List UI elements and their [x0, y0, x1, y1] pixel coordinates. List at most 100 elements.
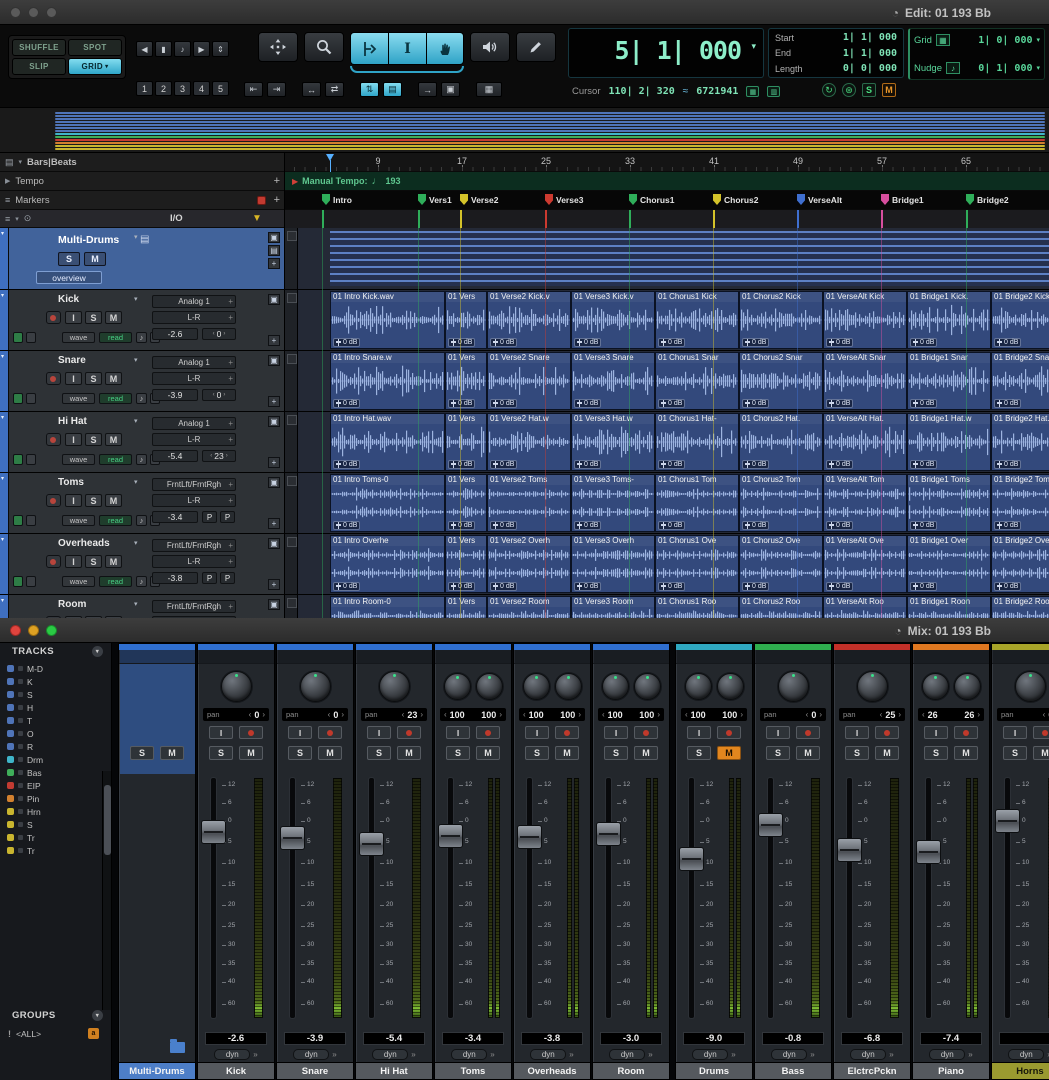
global-solo-indicator[interactable]: S: [862, 83, 876, 97]
track-name[interactable]: Snare: [58, 355, 86, 366]
audio-clip[interactable]: 01 Verse3 Hat.w0 dB: [571, 413, 655, 471]
start-value[interactable]: 1| 1| 000: [843, 32, 897, 43]
volume-readout[interactable]: -3.9: [152, 389, 198, 401]
track-name-caret-icon[interactable]: ▾: [134, 295, 138, 303]
record-enable-button[interactable]: [46, 555, 61, 568]
track-nameplate[interactable]: Toms: [435, 1062, 511, 1079]
freeze-icon[interactable]: [26, 454, 36, 465]
audio-clip[interactable]: 01 Chorus1 Roo0 dB: [655, 596, 739, 618]
input-monitor-button[interactable]: I: [446, 726, 470, 739]
audio-clip[interactable]: 01 Verse3 Overh0 dB: [571, 535, 655, 593]
grid-view-icon[interactable]: ▣: [268, 294, 280, 305]
dyn-expand-icon[interactable]: »: [889, 1050, 893, 1059]
volume-readout[interactable]: -9.0: [683, 1032, 745, 1045]
pan-knob[interactable]: [300, 671, 331, 702]
record-enable-button[interactable]: [954, 726, 978, 739]
pan-knob[interactable]: [954, 673, 981, 700]
audio-clip[interactable]: 01 Chorus1 Snar0 dB: [655, 352, 739, 410]
clip-gain-badge[interactable]: 0 dB: [658, 338, 685, 347]
pan-readout[interactable]: ‹0›: [202, 328, 236, 340]
track-list-item[interactable]: Pin: [0, 792, 111, 805]
input-path-selector[interactable]: FrntLft/FrntRgh+: [152, 539, 236, 552]
pan-display[interactable]: pan‹0›: [203, 708, 269, 721]
audio-clip[interactable]: 01 Chorus1 Tom0 dB: [655, 474, 739, 532]
track-show-chip[interactable]: [18, 692, 23, 697]
solo-button[interactable]: S: [85, 433, 102, 446]
record-enable-button[interactable]: [717, 726, 741, 739]
grid-view-icon[interactable]: ▣: [268, 355, 280, 366]
dyn-button[interactable]: dyn: [850, 1049, 886, 1060]
mute-button[interactable]: M: [105, 433, 122, 446]
window-zoom-button[interactable]: [46, 7, 57, 18]
input-monitor-button[interactable]: I: [687, 726, 711, 739]
track-list-caret-icon[interactable]: ▾: [15, 215, 19, 223]
marker-vers1[interactable]: Vers1: [418, 194, 452, 205]
track-name-caret-icon[interactable]: ▾: [134, 417, 138, 425]
mirrored-editing-button[interactable]: ↔: [302, 82, 321, 97]
bars-beats-ruler[interactable]: 917253341495765: [285, 153, 1049, 172]
freeze-icon[interactable]: [26, 332, 36, 343]
pan-knob[interactable]: [444, 673, 471, 700]
clip-gain-badge[interactable]: 0 dB: [826, 521, 853, 530]
track-view-selector[interactable]: wave: [62, 332, 95, 343]
track-list-item[interactable]: S: [0, 688, 111, 701]
clip-gain-badge[interactable]: 0 dB: [826, 582, 853, 591]
audio-clip[interactable]: 01 Bridge2 Hat.0 dB: [991, 413, 1049, 471]
tempo-expand-icon[interactable]: ▶: [5, 177, 10, 185]
solo-button[interactable]: S: [604, 746, 628, 760]
track-show-chip[interactable]: [18, 796, 23, 801]
solo-button[interactable]: S: [766, 746, 790, 760]
mute-button[interactable]: M: [105, 311, 122, 324]
pan-display[interactable]: pan‹0›: [997, 708, 1049, 721]
audio-clip[interactable]: 01 Verse3 Snare0 dB: [571, 352, 655, 410]
dyn-expand-icon[interactable]: »: [810, 1050, 814, 1059]
pan-display[interactable]: pan‹0›: [282, 708, 348, 721]
track-list-item[interactable]: Tr: [0, 844, 111, 857]
input-path-selector[interactable]: Analog 1+: [152, 295, 236, 308]
input-monitor-button[interactable]: I: [924, 726, 948, 739]
freeze-icon[interactable]: [26, 576, 36, 587]
dyn-expand-icon[interactable]: »: [968, 1050, 972, 1059]
nudge-note-icon[interactable]: ♪: [946, 62, 960, 74]
solo-button[interactable]: S: [924, 746, 948, 760]
track-nameplate[interactable]: Bass: [755, 1062, 831, 1079]
dyn-button[interactable]: dyn: [692, 1049, 728, 1060]
dyn-button[interactable]: dyn: [451, 1049, 487, 1060]
freeze-icon[interactable]: [26, 515, 36, 526]
marker-verse3[interactable]: Verse3: [545, 194, 583, 205]
clip-gain-badge[interactable]: 0 dB: [490, 399, 517, 408]
clip-gain-badge[interactable]: 0 dB: [448, 521, 475, 530]
fader-cap[interactable]: [837, 838, 862, 862]
clip-gain-badge[interactable]: 0 dB: [826, 399, 853, 408]
track-lane[interactable]: 01 Intro Overhe0 dB01 Vers0 dB01 Verse2 …: [298, 534, 1049, 594]
record-enable-button[interactable]: [397, 726, 421, 739]
track-show-chip[interactable]: [18, 679, 23, 684]
record-enable-button[interactable]: [796, 726, 820, 739]
solo-button[interactable]: S: [687, 746, 711, 760]
solo-button[interactable]: S: [209, 746, 233, 760]
window-minimize-button[interactable]: [28, 7, 39, 18]
fader-groove[interactable]: [847, 778, 852, 1018]
audio-clip[interactable]: 01 VerseAlt Kick0 dB: [823, 291, 907, 349]
volume-readout[interactable]: -3.4: [152, 511, 198, 523]
group-assignment-column[interactable]: [285, 473, 298, 533]
track-name[interactable]: Hi Hat: [58, 416, 87, 427]
audio-clip[interactable]: 01 Verse2 Hat.w0 dB: [487, 413, 571, 471]
audio-clip[interactable]: 01 Vers0 dB: [445, 291, 487, 349]
sidebar-scrollbar[interactable]: [102, 771, 111, 1010]
dynamic-transport-button[interactable]: ⊛: [842, 83, 856, 97]
scrubber-tool-button[interactable]: [470, 32, 510, 62]
grid-chip-icon[interactable]: ▦: [746, 86, 759, 97]
clip-gain-badge[interactable]: 0 dB: [742, 460, 769, 469]
track-view-selector[interactable]: wave: [62, 515, 95, 526]
track-color-strip[interactable]: ▾: [0, 228, 9, 289]
midi-zoom-button[interactable]: ♪: [174, 41, 191, 57]
clip-gain-badge[interactable]: 0 dB: [994, 338, 1021, 347]
track-list-menu-icon[interactable]: ≡: [5, 214, 10, 224]
audio-clip[interactable]: 01 Chorus2 Tom0 dB: [739, 474, 823, 532]
track-nameplate[interactable]: Overheads: [514, 1062, 590, 1079]
disclosure-triangle-icon[interactable]: ▾: [1, 475, 4, 482]
volume-readout[interactable]: -3.9: [284, 1032, 346, 1045]
mute-button[interactable]: M: [318, 746, 342, 760]
marker-chorus2[interactable]: Chorus2: [713, 194, 758, 205]
